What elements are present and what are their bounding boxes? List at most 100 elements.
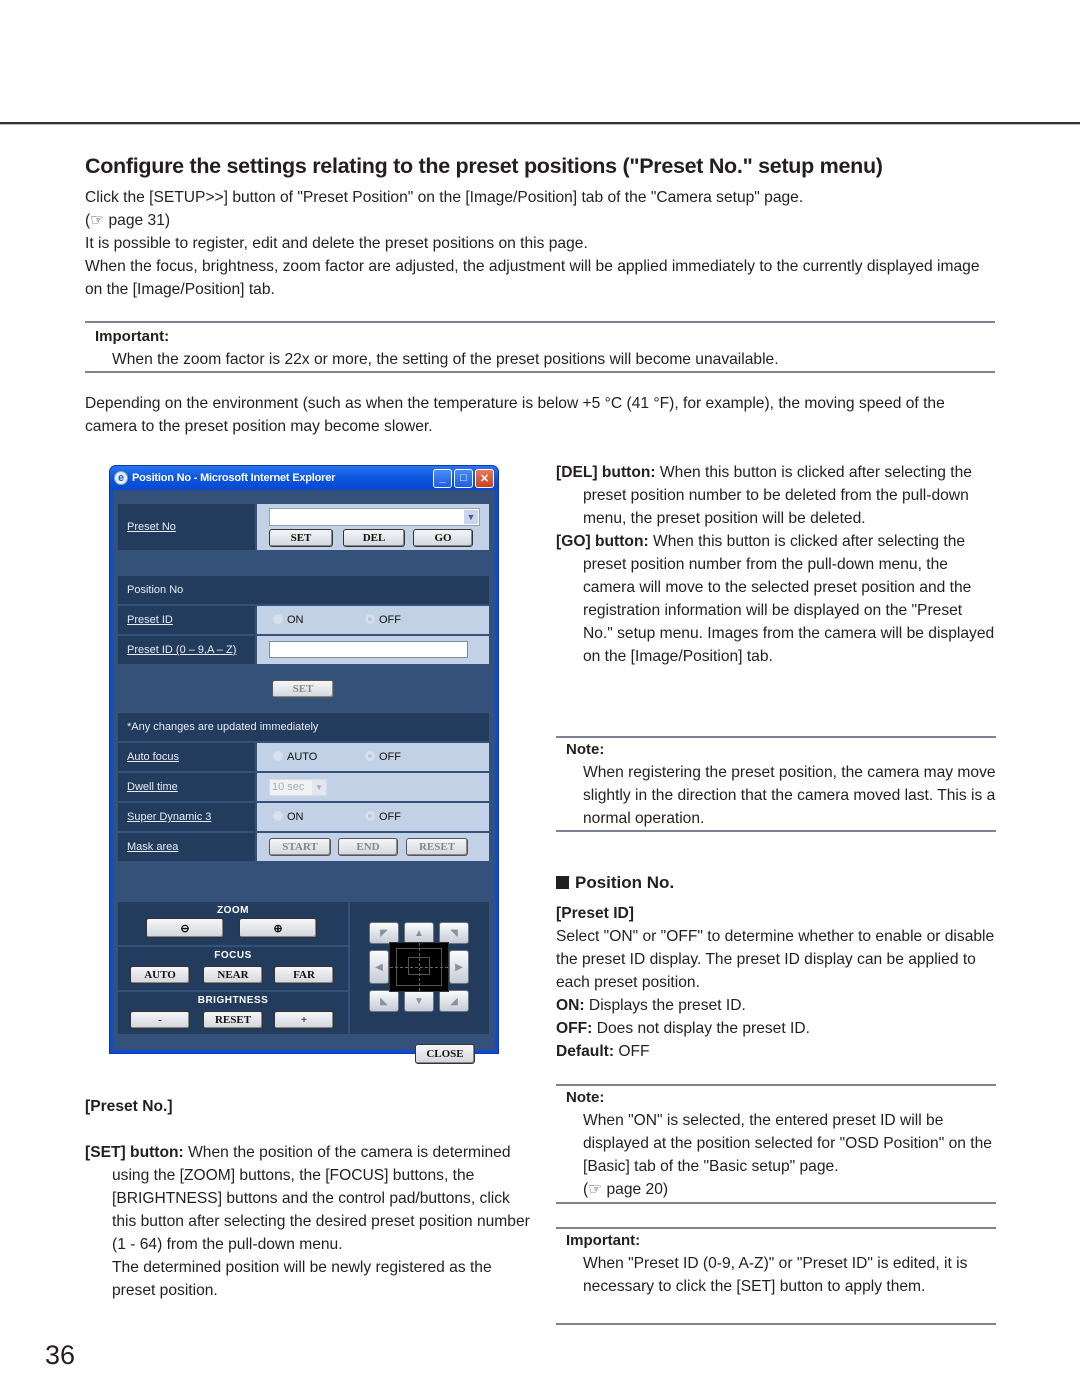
focus-auto-button[interactable]: AUTO [130, 966, 190, 984]
intro-line: When the focus, brightness, zoom factor … [85, 258, 980, 298]
focus-near-button[interactable]: NEAR [203, 966, 263, 984]
zoom-section: ZOOM ⊖ ⊕ [118, 902, 348, 945]
pad-downright-button[interactable]: ◢ [439, 990, 469, 1012]
preset-id-default: Default: OFF [556, 1043, 650, 1060]
mask-area-row: Mask area START END RESET [118, 833, 489, 861]
super-dynamic-off-radio[interactable]: OFF [365, 811, 401, 823]
pad-up-button[interactable]: ▲ [404, 922, 434, 944]
zoom-out-icon: ⊖ [180, 922, 190, 935]
radio-icon [273, 614, 283, 624]
preset-id-subheading: [Preset ID] [556, 905, 634, 922]
minimize-button[interactable]: _ [433, 468, 452, 488]
camera-control-panel: ZOOM ⊖ ⊕ FOCUS AUTO NEAR FAR BRIGHTNESS … [118, 902, 348, 1034]
window-client: Preset No ▼ SET DEL GO Position No Prese… [113, 490, 495, 1064]
super-dynamic-row: Super Dynamic 3 ON OFF [118, 803, 489, 831]
dwell-time-row: Dwell time 10 sec ▼ [118, 773, 489, 801]
pad-down-button[interactable]: ▼ [404, 990, 434, 1012]
zoom-in-icon: ⊕ [273, 922, 283, 935]
focus-far-button[interactable]: FAR [274, 966, 334, 984]
intro-line: It is possible to register, edit and del… [85, 235, 588, 252]
preset-id-set-button[interactable]: SET [272, 680, 334, 698]
important-body: When "Preset ID (0-9, A-Z)" or "Preset I… [583, 1255, 968, 1295]
section-heading: Configure the settings relating to the p… [85, 154, 883, 178]
intro-line: Click the [SETUP>>] button of "Preset Po… [85, 189, 804, 206]
auto-focus-auto-radio[interactable]: AUTO [273, 751, 317, 763]
preset-no-heading: [Preset No.] [85, 1098, 173, 1115]
brightness-minus-button[interactable]: - [130, 1011, 190, 1029]
super-dynamic-on-radio[interactable]: ON [273, 811, 304, 823]
close-button[interactable]: CLOSE [415, 1044, 475, 1064]
brightness-section: BRIGHTNESS - RESET + [118, 992, 348, 1034]
preset-no-section: [Preset No.] [SET] button: When the posi… [85, 1095, 530, 1302]
preset-id-text-label[interactable]: Preset ID (0 – 9,A – Z) [118, 636, 255, 664]
set-button-desc: [SET] button: When the position of the c… [85, 1144, 530, 1253]
super-dynamic-label[interactable]: Super Dynamic 3 [118, 803, 255, 831]
focus-section: FOCUS AUTO NEAR FAR [118, 947, 348, 990]
preset-id-off-radio[interactable]: OFF [365, 614, 401, 626]
del-button-desc: [DEL] button: When this button is clicke… [556, 464, 972, 527]
brightness-plus-button[interactable]: + [274, 1011, 334, 1029]
maximize-button[interactable]: □ [454, 468, 473, 488]
preset-id-text-cell [257, 636, 489, 664]
window-titlebar: e Position No - Microsoft Internet Explo… [110, 466, 498, 490]
zoom-in-button[interactable]: ⊕ [239, 918, 317, 938]
note-body: When registering the preset position, th… [583, 764, 996, 827]
mask-end-button[interactable]: END [338, 838, 398, 856]
focus-title: FOCUS [214, 950, 252, 961]
dwell-time-label[interactable]: Dwell time [118, 773, 255, 801]
position-no-window: e Position No - Microsoft Internet Explo… [110, 466, 498, 1064]
environment-note: Depending on the environment (such as wh… [85, 395, 945, 435]
mask-start-button[interactable]: START [269, 838, 331, 856]
pad-upleft-button[interactable]: ◤ [369, 922, 399, 944]
del-button[interactable]: DEL [343, 529, 405, 547]
control-pad-panel: ◤ ▲ ◥ ◀ ▶ ◣ ▼ ◢ [350, 902, 489, 1034]
note-box: Note: When "ON" is selected, the entered… [556, 1084, 996, 1204]
note-title: Note: [566, 1089, 605, 1106]
intro-text: Click the [SETUP>>] button of "Preset Po… [85, 186, 995, 301]
pad-upright-button[interactable]: ◥ [439, 922, 469, 944]
brightness-title: BRIGHTNESS [197, 995, 269, 1006]
preset-id-row: Preset ID ON OFF [118, 606, 489, 634]
dwell-time-select[interactable]: 10 sec ▼ [269, 779, 327, 796]
preset-id-text-input[interactable] [269, 641, 468, 658]
set-button[interactable]: SET [269, 529, 333, 547]
radio-icon [273, 811, 283, 821]
auto-focus-row: Auto focus AUTO OFF [118, 743, 489, 771]
note-box: Note: When registering the preset positi… [556, 736, 996, 832]
preset-id-on-radio[interactable]: ON [273, 614, 304, 626]
mask-area-label[interactable]: Mask area [118, 833, 255, 861]
mask-reset-button[interactable]: RESET [406, 838, 468, 856]
button-descriptions: [DEL] button: When this button is clicke… [556, 461, 996, 668]
position-no-band: Position No [118, 576, 489, 604]
auto-focus-off-radio[interactable]: OFF [365, 751, 401, 763]
preset-id-text-row: Preset ID (0 – 9,A – Z) [118, 636, 489, 664]
square-bullet-icon [556, 876, 569, 889]
chevron-down-icon: ▼ [464, 510, 478, 524]
pad-center-screen[interactable] [389, 942, 449, 992]
preset-id-off-desc: OFF: Does not display the preset ID. [556, 1020, 810, 1037]
go-button-desc: [GO] button: When this button is clicked… [556, 533, 995, 665]
radio-selected-icon [365, 751, 375, 761]
pad-right-button[interactable]: ▶ [449, 950, 469, 984]
zoom-out-button[interactable]: ⊖ [146, 918, 224, 938]
position-no-heading: Position No. [556, 873, 674, 893]
pad-left-button[interactable]: ◀ [369, 950, 389, 984]
close-window-button[interactable]: ✕ [475, 468, 494, 488]
important-box: Important: When the zoom factor is 22x o… [85, 321, 995, 373]
auto-focus-label[interactable]: Auto focus [118, 743, 255, 771]
ie-icon: e [114, 471, 128, 485]
brightness-reset-button[interactable]: RESET [203, 1011, 263, 1029]
auto-focus-radios: AUTO OFF [257, 743, 489, 771]
preset-no-label[interactable]: Preset No [118, 504, 255, 550]
go-button[interactable]: GO [413, 529, 473, 547]
radio-selected-icon [365, 811, 375, 821]
note-page-ref: (☞ page 20) [583, 1181, 669, 1198]
preset-id-on-desc: ON: Displays the preset ID. [556, 997, 746, 1014]
preset-id-radios: ON OFF [257, 606, 489, 634]
preset-id-label[interactable]: Preset ID [118, 606, 255, 634]
pad-downleft-button[interactable]: ◣ [369, 990, 399, 1012]
intro-page-ref: (☞ page 31) [85, 212, 171, 229]
window-title: Position No - Microsoft Internet Explore… [132, 472, 336, 484]
preset-no-row: Preset No ▼ SET DEL GO [118, 504, 489, 550]
preset-no-select[interactable]: ▼ [269, 508, 480, 526]
